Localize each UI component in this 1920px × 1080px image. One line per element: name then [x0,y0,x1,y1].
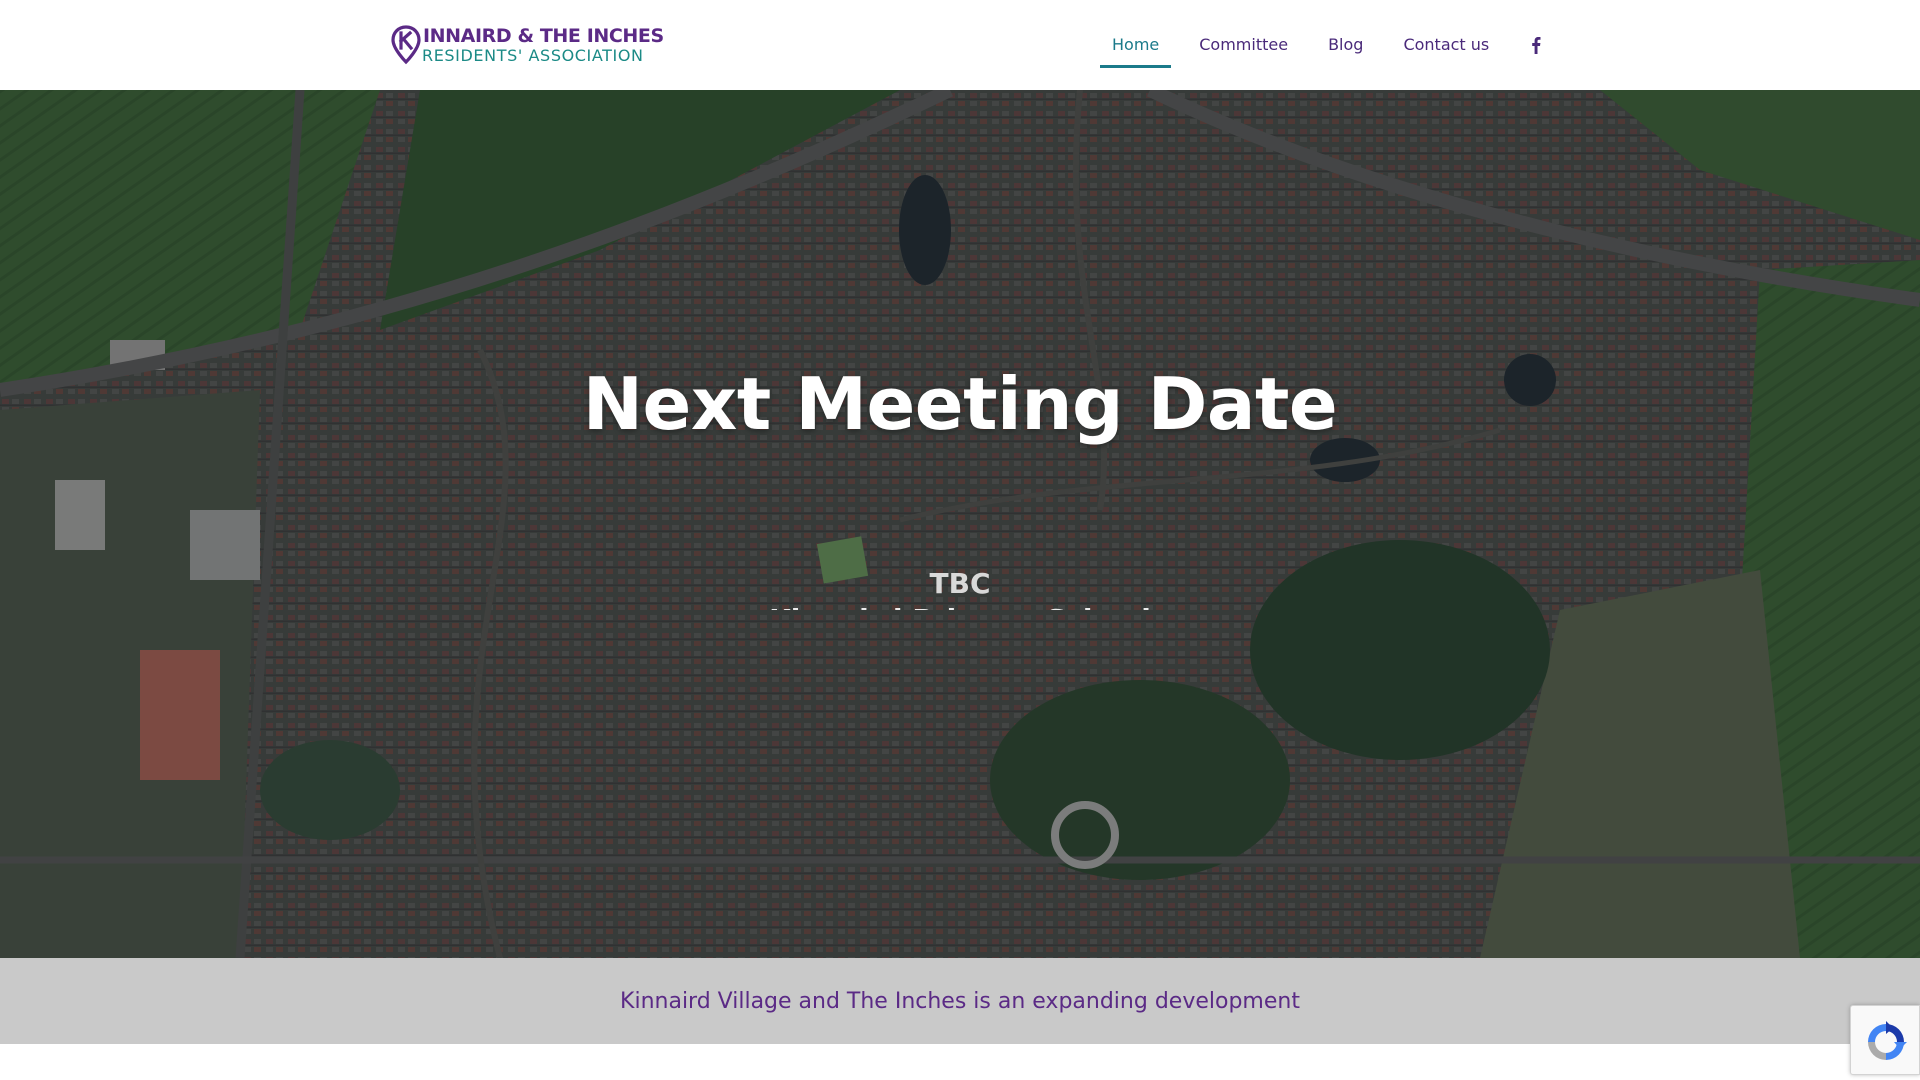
hero-subtitle: TBC [929,567,991,600]
hero-subtitle-next: Kinnaird Primary School [0,602,1920,610]
nav-committee[interactable]: Committee [1187,0,1300,90]
recaptcha-icon [1868,1021,1907,1060]
main-nav: Home Committee Blog Contact us [1100,0,1543,90]
recaptcha-badge[interactable] [1850,1005,1920,1075]
logo-pin-icon [391,25,421,65]
logo-subtitle: RESIDENTS' ASSOCIATION [422,46,644,65]
facebook-icon[interactable] [1529,36,1543,54]
intro-text: Kinnaird Village and The Inches is an ex… [620,988,1300,1014]
nav-blog[interactable]: Blog [1316,0,1375,90]
hero-overlay [0,90,1920,958]
page: INNAIRD & THE INCHES RESIDENTS' ASSOCIAT… [0,0,1920,1080]
intro-band: Kinnaird Village and The Inches is an ex… [0,958,1920,1044]
hero-title: Next Meeting Date [582,362,1338,446]
logo-title: INNAIRD & THE INCHES [423,25,664,47]
nav-contact-us[interactable]: Contact us [1391,0,1501,90]
site-header: INNAIRD & THE INCHES RESIDENTS' ASSOCIAT… [0,0,1920,90]
nav-home[interactable]: Home [1100,0,1172,90]
hero-banner: Next Meeting Date TBC Kinnaird Primary S… [0,90,1920,958]
hero-subtitle-ticker: TBC Kinnaird Primary School [0,566,1920,610]
site-logo[interactable]: INNAIRD & THE INCHES RESIDENTS' ASSOCIAT… [390,24,664,68]
